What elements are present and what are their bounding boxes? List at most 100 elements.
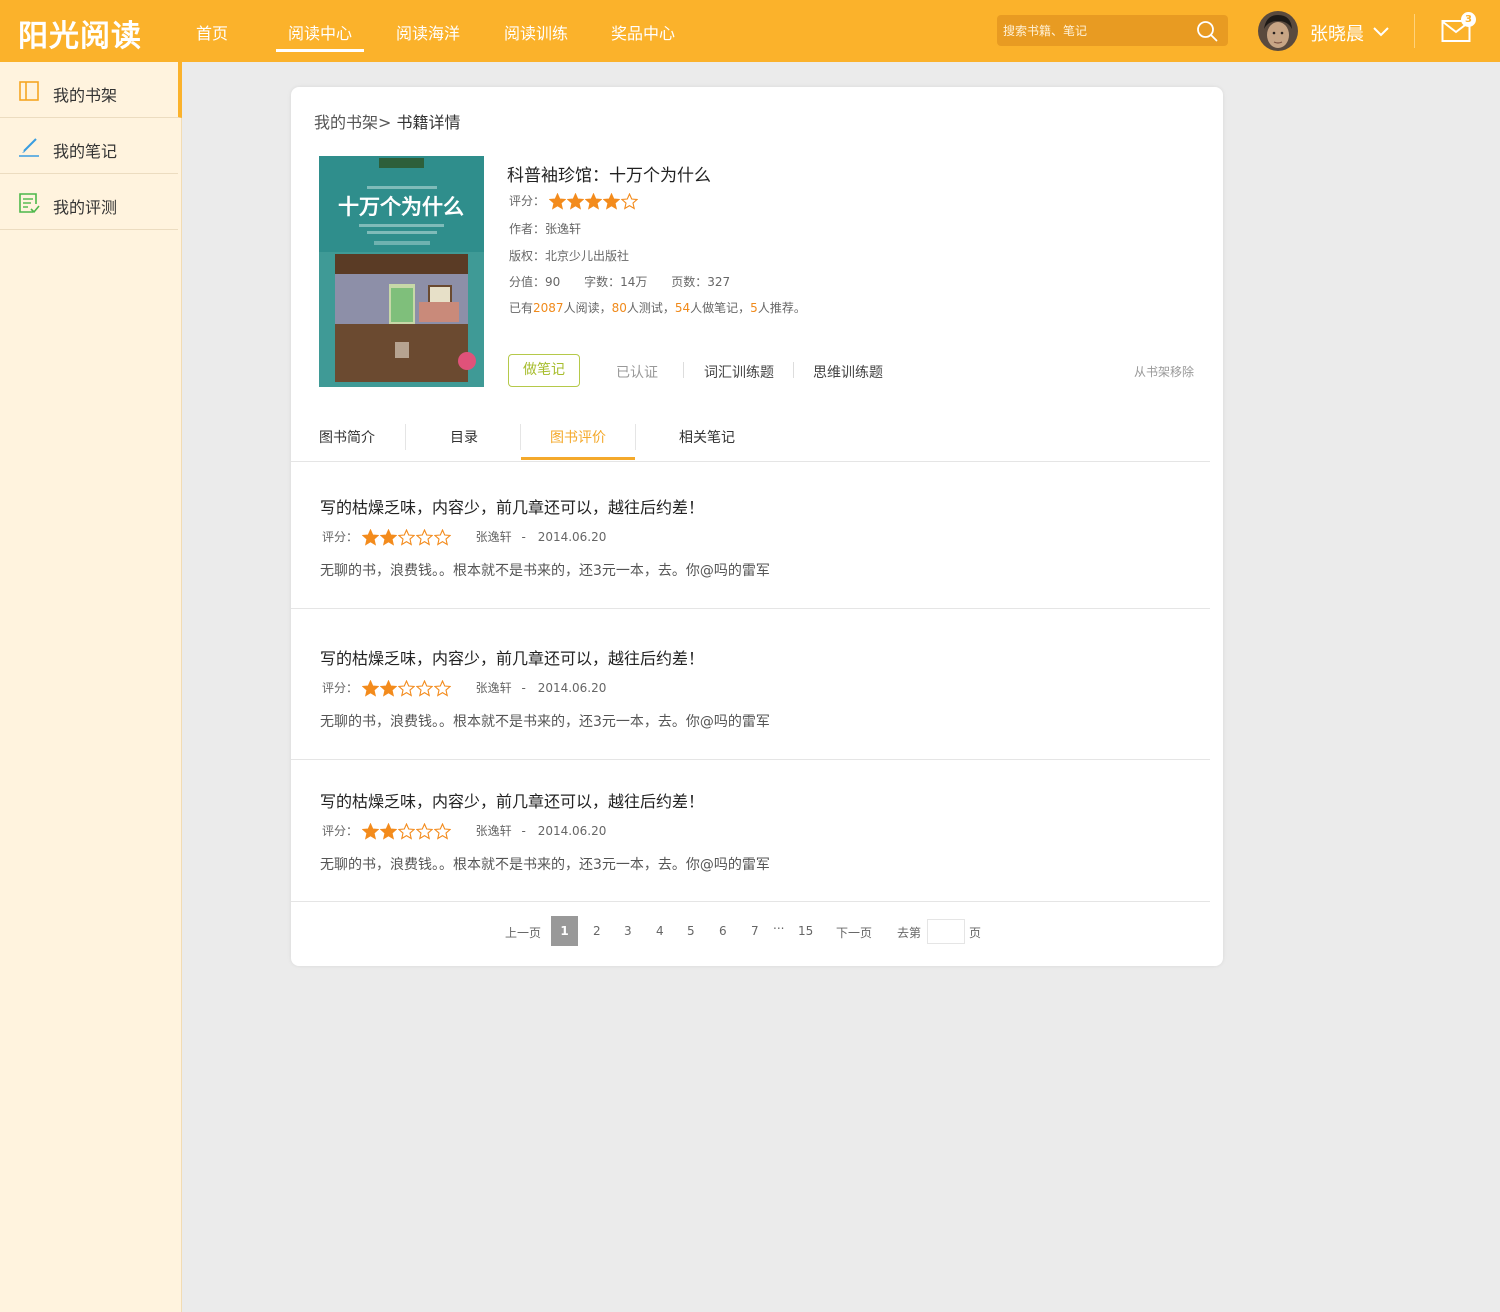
book-specs: 分值：90 字数：14万 页数：327 xyxy=(509,273,730,290)
star-empty-icon xyxy=(620,193,638,210)
review-title: 写的枯燥乏味，内容少，前几章还可以，越往后约差！ xyxy=(320,792,705,811)
verified-label: 已认证 xyxy=(616,365,658,381)
breadcrumb-parent[interactable]: 我的书架> xyxy=(314,113,391,132)
thinking-training-button[interactable]: 思维训练题 xyxy=(813,362,883,382)
vocab-training-button[interactable]: 词汇训练题 xyxy=(704,362,774,382)
page-5-button[interactable]: 5 xyxy=(687,924,695,938)
stats-notes: 54 xyxy=(674,301,691,315)
page-1-button[interactable]: 1 xyxy=(551,916,578,946)
goto-prefix: 去第 xyxy=(897,926,922,940)
review-separator: - xyxy=(521,530,526,544)
review-item: 写的枯燥乏味，内容少，前几章还可以，越往后约差！ 评分： 张逸轩 - 2014.… xyxy=(291,760,1210,902)
review-item: 写的枯燥乏味，内容少，前几章还可以，越往后约差！ 评分： 张逸轩 - 2014.… xyxy=(291,462,1210,609)
review-meta: 评分： 张逸轩 - 2014.06.20 xyxy=(322,822,606,840)
star-empty-icon xyxy=(397,680,415,697)
star-empty-icon xyxy=(433,823,451,840)
stats-recommends-label: 人推荐。 xyxy=(757,301,806,315)
goto-page-input[interactable] xyxy=(927,919,965,944)
tab-related-notes[interactable]: 相关笔记 xyxy=(679,427,735,447)
review-title: 写的枯燥乏味，内容少，前几章还可以，越往后约差！ xyxy=(320,649,705,668)
search-icon[interactable] xyxy=(1196,20,1218,42)
star-empty-icon xyxy=(397,529,415,546)
prev-page-button[interactable]: 上一页 xyxy=(505,924,541,941)
review-item: 写的枯燥乏味，内容少，前几章还可以，越往后约差！ 评分： 张逸轩 - 2014.… xyxy=(291,609,1210,760)
nav-prize-center[interactable]: 奖品中心 xyxy=(611,20,675,44)
star-filled-icon xyxy=(361,529,379,546)
avatar-image xyxy=(1258,11,1298,51)
action-divider xyxy=(683,362,684,378)
nav-reading-ocean[interactable]: 阅读海洋 xyxy=(396,20,460,44)
star-empty-icon xyxy=(415,529,433,546)
star-filled-icon xyxy=(379,680,397,697)
review-body: 无聊的书，浪费钱。。根本就不是书来的，还3元一本，去。你@吗的雷军 xyxy=(320,714,770,730)
sidebar-item-evaluations[interactable]: 我的评测 xyxy=(0,174,178,230)
review-rating-stars xyxy=(361,680,452,697)
page-15-button[interactable]: 15 xyxy=(798,924,813,938)
mail-count-badge: 3 xyxy=(1461,12,1476,27)
star-empty-icon xyxy=(433,529,451,546)
star-filled-icon xyxy=(566,193,584,210)
review-author[interactable]: 张逸轩 xyxy=(476,530,512,544)
stats-notes-label: 人做笔记， xyxy=(690,301,751,315)
review-body: 无聊的书，浪费钱。。根本就不是书来的，还3元一本，去。你@吗的雷军 xyxy=(320,857,770,873)
goto-suffix: 页 xyxy=(969,926,982,940)
page-4-button[interactable]: 4 xyxy=(656,924,664,938)
review-date: 2014.06.20 xyxy=(537,530,607,544)
page-7-button[interactable]: 7 xyxy=(751,924,759,938)
site-logo[interactable]: 阳光阅读 xyxy=(18,11,142,55)
star-filled-icon xyxy=(361,680,379,697)
avatar[interactable] xyxy=(1258,11,1298,51)
remove-from-shelf-link[interactable]: 从书架移除 xyxy=(1134,363,1194,380)
book-rating-label: 评分： xyxy=(509,194,546,208)
search-box xyxy=(997,15,1228,46)
book-cover[interactable]: 十万个为什么 xyxy=(319,156,484,387)
take-note-button[interactable]: 做笔记 xyxy=(508,354,580,387)
stats-testers: 80 xyxy=(611,301,627,315)
bookshelf-icon xyxy=(19,81,39,101)
action-divider xyxy=(793,362,794,378)
book-detail-card: 我的书架> 书籍详情 十万个为什么 科普袖珍馆：十万个为什么 评分： 作者：张逸… xyxy=(291,87,1223,966)
review-rating-label: 评分： xyxy=(322,530,359,544)
book-author: 作者：张逸轩 xyxy=(509,222,582,236)
book-rating-stars xyxy=(548,193,639,210)
star-empty-icon xyxy=(433,680,451,697)
active-tab-indicator xyxy=(521,457,635,460)
review-date: 2014.06.20 xyxy=(537,824,607,838)
tab-introduction[interactable]: 图书简介 xyxy=(319,427,375,447)
chevron-down-icon[interactable] xyxy=(1372,26,1390,38)
header-divider xyxy=(1414,14,1415,48)
star-empty-icon xyxy=(415,823,433,840)
sidebar-item-label: 我的评测 xyxy=(53,198,118,217)
top-bar: 阳光阅读 首页 阅读中心 阅读海洋 阅读训练 奖品中心 张晓晨 3 xyxy=(0,0,1500,62)
book-publisher: 版权：北京少儿出版社 xyxy=(509,249,630,263)
sidebar-item-bookshelf[interactable]: 我的书架 xyxy=(0,62,182,118)
pen-icon xyxy=(19,138,39,157)
stats-prefix: 已有 xyxy=(509,301,534,315)
tab-contents[interactable]: 目录 xyxy=(450,427,478,447)
next-page-button[interactable]: 下一页 xyxy=(836,924,872,941)
tab-divider xyxy=(405,424,406,450)
review-title: 写的枯燥乏味，内容少，前几章还可以，越往后约差！ xyxy=(320,498,705,517)
review-date: 2014.06.20 xyxy=(537,681,607,695)
sidebar-item-notes[interactable]: 我的笔记 xyxy=(0,118,178,174)
page-6-button[interactable]: 6 xyxy=(719,924,727,938)
book-stats: 已有2087人阅读，80人测试，54人做笔记，5人推荐。 xyxy=(509,299,806,316)
nav-reading-center[interactable]: 阅读中心 xyxy=(275,20,365,52)
page-2-button[interactable]: 2 xyxy=(593,924,601,938)
book-rating: 评分： xyxy=(509,192,639,210)
checklist-icon xyxy=(19,193,40,214)
tab-reviews[interactable]: 图书评价 xyxy=(550,427,606,447)
nav-home[interactable]: 首页 xyxy=(196,20,228,44)
review-rating-label: 评分： xyxy=(322,824,359,838)
stats-readers-label: 人阅读， xyxy=(563,301,612,315)
review-rating-label: 评分： xyxy=(322,681,359,695)
stats-testers-label: 人测试， xyxy=(626,301,675,315)
star-filled-icon xyxy=(379,823,397,840)
user-name[interactable]: 张晓晨 xyxy=(1310,20,1364,46)
nav-reading-training[interactable]: 阅读训练 xyxy=(504,20,568,44)
review-author[interactable]: 张逸轩 xyxy=(476,681,512,695)
star-filled-icon xyxy=(361,823,379,840)
review-author[interactable]: 张逸轩 xyxy=(476,824,512,838)
search-input[interactable] xyxy=(1003,15,1193,46)
page-3-button[interactable]: 3 xyxy=(624,924,632,938)
